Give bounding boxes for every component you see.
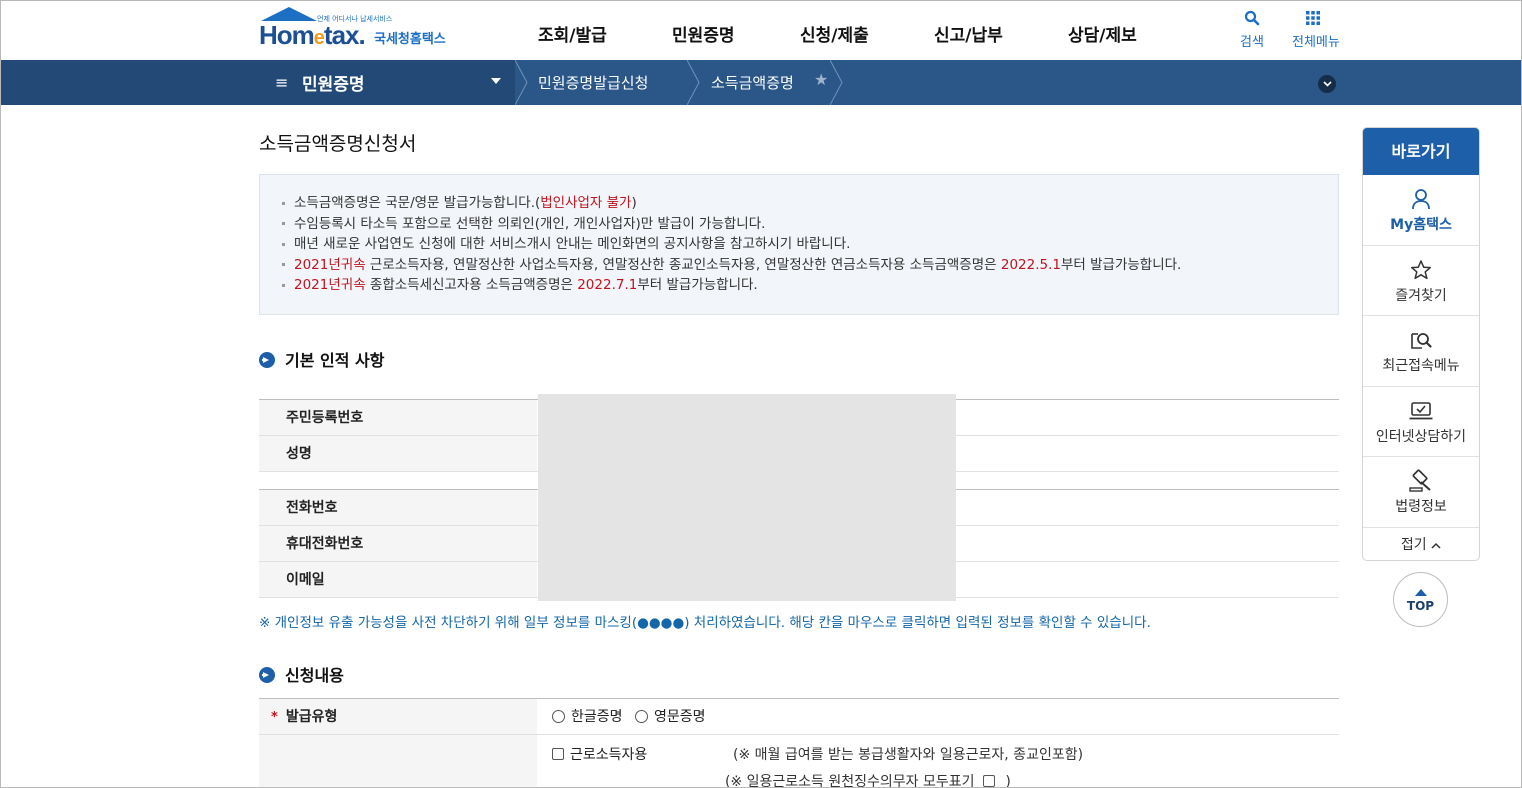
gavel-icon (1363, 469, 1479, 493)
quick-label: 즐겨찾기 (1395, 287, 1447, 304)
logo-roof-icon (261, 7, 317, 21)
quick-my-hometax[interactable]: My홈택스 (1363, 175, 1479, 246)
section-title-basic: 기본 인적 사항 (259, 347, 384, 371)
breadcrumb-income-cert[interactable]: 소득금액증명 (711, 72, 794, 93)
arrow-circle-icon (259, 667, 275, 683)
hometax-logo[interactable]: 언제 어디서나 납세서비스 Hometax. 국세청홈택스 (259, 7, 469, 55)
radio-circle-icon[interactable] (552, 710, 565, 723)
page-title: 소득금액증명신청서 (259, 133, 417, 155)
table-row: 근로소득자용 (※ 매월 급여를 받는 봉급생활자와 일용근로자, 종교인포함)… (259, 735, 1339, 788)
logo-wordmark: Hometax. (259, 20, 366, 50)
notice-line: 2021년귀속 근로소득자용, 연말정산한 사업소득자용, 연말정산한 종교인소… (282, 255, 1338, 276)
issue-type-options: 한글증명 영문증명 (552, 699, 706, 735)
section-title-apply: 신청내용 (259, 662, 344, 686)
row-label-empty (259, 735, 537, 787)
search-icon (1232, 7, 1272, 29)
quick-label: 인터넷상담하기 (1375, 428, 1467, 445)
radio-korean[interactable]: 한글증명 (552, 709, 623, 725)
row-label-email: 이메일 (259, 562, 537, 597)
mark-all-checkbox[interactable] (982, 775, 995, 787)
location-bar: ≡ 민원증명 민원증명발급신청 소득금액증명 ★ (1, 60, 1521, 105)
expand-down-icon[interactable] (1318, 75, 1336, 93)
nav-main-label: 민원증명 (302, 75, 365, 95)
checkbox-icon[interactable] (552, 748, 564, 760)
browser-frame: 언제 어디서나 납세서비스 Hometax. 국세청홈택스 조회/발급 민원증명… (0, 0, 1522, 788)
search-button[interactable]: 검색 (1232, 7, 1272, 50)
notice-line: 소득금액증명은 국문/영문 발급가능합니다.(법인사업자 불가) (282, 193, 1338, 214)
quick-label: 법령정보 (1395, 499, 1447, 515)
wage-earner-option[interactable]: 근로소득자용 (552, 744, 647, 764)
radio-circle-icon[interactable] (634, 710, 648, 723)
row-label-issue-type: * 발급유형 (259, 699, 537, 734)
table-row: * 발급유형 한글증명 영문증명 (259, 699, 1339, 735)
top-label: TOP (1406, 599, 1435, 613)
quick-label: My홈택스 (1390, 217, 1452, 233)
row-label-name: 성명 (259, 436, 537, 471)
user-icon (1363, 187, 1479, 211)
gnb-inquiry[interactable]: 조회/발급 (538, 21, 607, 46)
masking-notice: ※ 개인정보 유출 가능성을 사전 차단하기 위해 일부 정보를 마스킹(●●●… (259, 615, 1151, 631)
chevron-up-icon (1431, 542, 1441, 549)
search-label: 검색 (1240, 35, 1264, 50)
star-outline-icon (1363, 258, 1479, 282)
quick-links-title: 바로가기 (1363, 128, 1479, 175)
logo-korean: 국세청홈택스 (374, 32, 446, 47)
daily-worker-note: (※ 일용근로소득 원천징수의무자 모두표기 ) (725, 774, 1011, 788)
site-header: 언제 어디서나 납세서비스 Hometax. 국세청홈택스 조회/발급 민원증명… (1, 1, 1521, 60)
breadcrumb-separator-icon (515, 60, 528, 105)
quick-law-info[interactable]: 법령정보 (1363, 457, 1479, 528)
notice-line: 2021년귀속 종합소득세신고자용 소득금액증명은 2022.7.1부터 발급가… (282, 275, 1338, 296)
scroll-top-button[interactable]: TOP (1393, 572, 1448, 627)
required-mark: * (271, 710, 278, 725)
breadcrumb-apply[interactable]: 민원증명발급신청 (538, 72, 648, 93)
quick-fold-button[interactable]: 접기 (1363, 528, 1479, 561)
gnb-civil-certificate[interactable]: 민원증명 (672, 21, 735, 46)
fold-label: 접기 (1400, 536, 1427, 553)
quick-links-panel: 바로가기 My홈택스 즐겨찾기 최근접속메뉴 인터넷상담하기 법령정보 접기 (1362, 127, 1480, 561)
row-label-phone: 전화번호 (259, 490, 537, 525)
arrow-up-icon (1415, 589, 1427, 596)
quick-favorites[interactable]: 즐겨찾기 (1363, 246, 1479, 316)
wage-note: (※ 매월 급여를 받는 봉급생활자와 일용근로자, 종교인포함) (733, 747, 1084, 763)
quick-recent-menu[interactable]: 최근접속메뉴 (1363, 316, 1479, 387)
all-menu-label: 전체메뉴 (1292, 35, 1340, 50)
notice-line: 수임등록시 타소득 포함으로 선택한 의뢰인(개인, 개인사업자)만 발급이 가… (282, 214, 1338, 235)
caret-down-icon (491, 78, 501, 84)
notice-line: 매년 새로운 사업연도 신청에 대한 서비스개시 안내는 메인화면의 공지사항을… (282, 234, 1338, 255)
quick-label: 최근접속메뉴 (1382, 358, 1460, 374)
gnb-application[interactable]: 신청/제출 (800, 21, 869, 46)
all-menu-button[interactable]: 전체메뉴 (1292, 7, 1340, 50)
laptop-check-icon (1363, 399, 1479, 423)
hamburger-icon: ≡ (275, 73, 289, 92)
grid-menu-icon (1292, 7, 1334, 29)
apply-table: * 발급유형 한글증명 영문증명 근로소득자용 (※ 매월 급여를 받는 봉급생활… (259, 698, 1339, 788)
quick-online-consult[interactable]: 인터넷상담하기 (1363, 387, 1479, 457)
breadcrumb-separator-icon (687, 60, 700, 105)
masked-info-overlay[interactable] (538, 394, 956, 601)
arrow-circle-icon (259, 352, 275, 368)
recent-search-icon (1363, 328, 1479, 352)
radio-english[interactable]: 영문증명 (634, 709, 706, 725)
favorite-star-icon[interactable]: ★ (814, 70, 828, 89)
row-label-mobile: 휴대전화번호 (259, 526, 537, 561)
gnb-consult[interactable]: 상담/제보 (1068, 21, 1137, 46)
notice-box: 소득금액증명은 국문/영문 발급가능합니다.(법인사업자 불가) 수임등록시 타… (259, 174, 1339, 315)
breadcrumb-separator-icon (830, 60, 843, 105)
nav-main-menu[interactable]: ≡ 민원증명 (1, 60, 515, 105)
row-label-rrn: 주민등록번호 (259, 400, 537, 435)
gnb-report-payment[interactable]: 신고/납부 (934, 21, 1003, 46)
